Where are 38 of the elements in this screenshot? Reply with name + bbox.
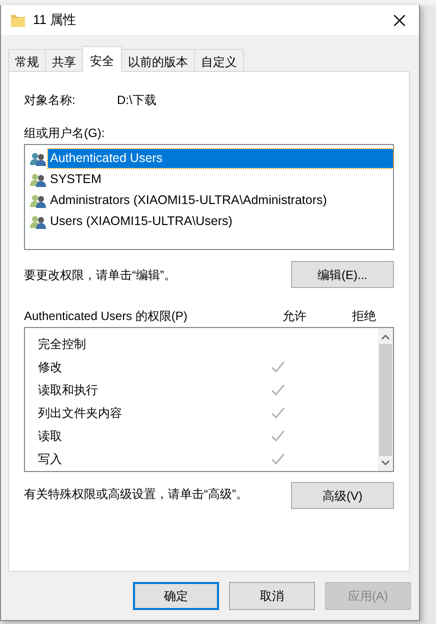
permissions-label: Authenticated Users 的权限(P) (24, 308, 188, 325)
scroll-down-icon (381, 460, 390, 466)
dialog-button[interactable]: 确定 (133, 582, 219, 610)
close-icon (394, 14, 404, 26)
permission-name: 完全控制 (38, 336, 87, 352)
users-icon (30, 214, 46, 228)
permission-name: 读取 (38, 428, 63, 444)
dialog-button[interactable]: 取消 (229, 582, 315, 610)
scrollbar-thumb[interactable] (379, 344, 392, 456)
object-name-label: 对象名称: (24, 92, 76, 109)
folder-icon (11, 14, 25, 26)
permission-name: 写入 (38, 450, 63, 468)
advanced-button[interactable]: 高级(V) (291, 482, 394, 509)
deny-header: 拒绝 (352, 308, 376, 325)
permission-name: 修改 (38, 358, 63, 376)
users-icon (30, 172, 46, 186)
tab[interactable]: 自定义 (194, 49, 244, 71)
window-title: 11 属性 (33, 11, 78, 30)
tab[interactable]: 共享 (45, 49, 83, 71)
edit-hint: 要更改权限，请单击“编辑”。 (24, 266, 176, 284)
scrollbar[interactable] (378, 328, 393, 471)
user-list-item[interactable]: Users (XIAOMI15-ULTRA\Users) (48, 212, 234, 231)
user-list-item[interactable]: Authenticated Users (48, 149, 393, 168)
permission-name: 列出文件夹内容 (38, 404, 123, 422)
user-list-item[interactable]: SYSTEM (48, 170, 104, 189)
users-icon (30, 194, 46, 208)
object-name-value: D:\下载 (117, 92, 156, 109)
tab[interactable]: 常规 (8, 49, 46, 71)
advanced-hint: 有关特殊权限或高级设置，请单击“高级”。 (24, 486, 248, 503)
allow-header: 允许 (282, 308, 307, 325)
tab[interactable]: 安全 (82, 46, 122, 72)
scroll-up-icon (381, 334, 390, 340)
edit-button[interactable]: 编辑(E)... (291, 261, 394, 288)
group-list-label: 组或用户名(G): (24, 125, 106, 142)
dialog-button: 应用(A) (325, 582, 411, 610)
user-list-item[interactable]: Administrators (XIAOMI15-ULTRA\Administrators) (48, 191, 329, 210)
users-icon (30, 152, 46, 166)
permission-name: 读取和执行 (38, 382, 99, 398)
